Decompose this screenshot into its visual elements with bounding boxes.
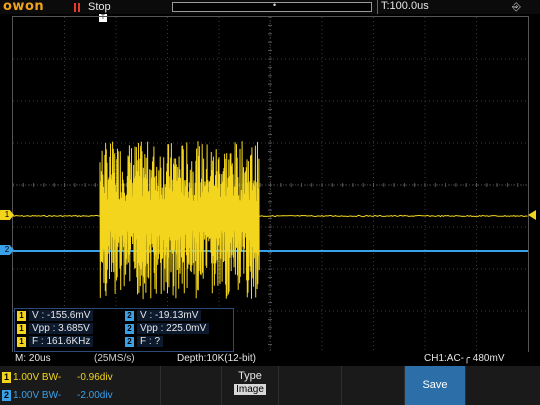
acquisition-status-bar: M: 20us (25MS/s) Depth:10K(12-bit) CH1:A… — [0, 352, 540, 366]
ch1-badge: 1 — [17, 310, 26, 321]
measurement-panel: 1 V : -155.6mV 2 V : -19.13mV 1 Vpp : 3.… — [14, 308, 234, 352]
ch2-badge: 2 — [125, 310, 134, 321]
ch1-number: 1 — [2, 371, 11, 383]
pause-icon — [74, 2, 80, 12]
ch1-vpp-measure: 1 Vpp : 3.685V — [17, 323, 93, 334]
run-state[interactable]: Stop — [74, 0, 111, 14]
trigger-position-readout: T:100.0us — [377, 0, 429, 14]
memory-depth: Depth:10K(12-bit) — [177, 353, 256, 364]
ch2-v-value: V : -19.13mV — [137, 310, 202, 321]
measurement-row: 1 V : -155.6mV 2 V : -19.13mV — [15, 310, 233, 323]
brand-logo: owon — [3, 0, 45, 14]
ch2-v-measure: 2 V : -19.13mV — [125, 310, 202, 321]
memory-position-marker: • — [273, 0, 277, 10]
memory-position-bar[interactable]: • — [172, 0, 372, 12]
ch2-freq-measure: 2 F : ? — [125, 336, 164, 347]
ch2-badge: 2 — [125, 323, 134, 334]
ch1-freq-value: F : 161.6KHz — [29, 336, 94, 347]
ch2-scale: 1.00V BW- — [13, 389, 62, 401]
softkey-type[interactable]: Type Image — [221, 366, 278, 405]
softkey-blank-1[interactable] — [160, 366, 221, 405]
menu-bar: 1 1.00V BW- -0.96div 2 1.00V BW- -2.00di… — [0, 366, 540, 405]
softkey-blank-2[interactable] — [278, 366, 341, 405]
save-button[interactable]: Save — [404, 366, 465, 405]
ch2-info[interactable]: 2 1.00V BW- -2.00div — [0, 386, 160, 404]
waveform-canvas — [13, 17, 528, 353]
ch1-v-value: V : -155.6mV — [29, 310, 94, 321]
ch1-badge: 1 — [17, 336, 26, 347]
ch1-v-measure: 1 V : -155.6mV — [17, 310, 94, 321]
type-title: Type — [238, 370, 262, 382]
ch2-vpp-measure: 2 Vpp : 225.0mV — [125, 323, 210, 334]
ch1-offset: -0.96div — [77, 371, 113, 383]
ch2-vpp-value: Vpp : 225.0mV — [137, 323, 210, 334]
ch2-number: 2 — [2, 389, 11, 401]
trigger-setting[interactable]: CH1:AC-╭ 480mV — [424, 353, 505, 364]
measurement-row: 1 Vpp : 3.685V 2 Vpp : 225.0mV — [15, 323, 233, 336]
ch1-freq-measure: 1 F : 161.6KHz — [17, 336, 94, 347]
measurement-row: 1 F : 161.6KHz 2 F : ? — [15, 336, 233, 349]
ch1-badge: 1 — [17, 323, 26, 334]
ch1-vpp-value: Vpp : 3.685V — [29, 323, 93, 334]
ch1-scale: 1.00V BW- — [13, 371, 62, 383]
softkey-blank-4[interactable] — [465, 366, 540, 405]
waveform-display[interactable] — [12, 16, 529, 354]
top-status-bar: owon Stop • T:100.0us ⎆ — [0, 0, 540, 14]
usb-icon: ⎆ — [512, 1, 521, 13]
ch1-info[interactable]: 1 1.00V BW- -0.96div — [0, 368, 160, 386]
run-state-label: Stop — [88, 1, 111, 13]
timebase-readout[interactable]: M: 20us — [15, 353, 51, 364]
ch2-freq-value: F : ? — [137, 336, 164, 347]
trigger-level-marker[interactable] — [528, 210, 536, 220]
sample-rate: (25MS/s) — [94, 353, 135, 364]
softkey-blank-3[interactable] — [341, 366, 404, 405]
ch2-offset: -2.00div — [77, 389, 113, 401]
ch2-badge: 2 — [125, 336, 134, 347]
type-value: Image — [234, 384, 266, 395]
channel-info: 1 1.00V BW- -0.96div 2 1.00V BW- -2.00di… — [0, 366, 160, 405]
